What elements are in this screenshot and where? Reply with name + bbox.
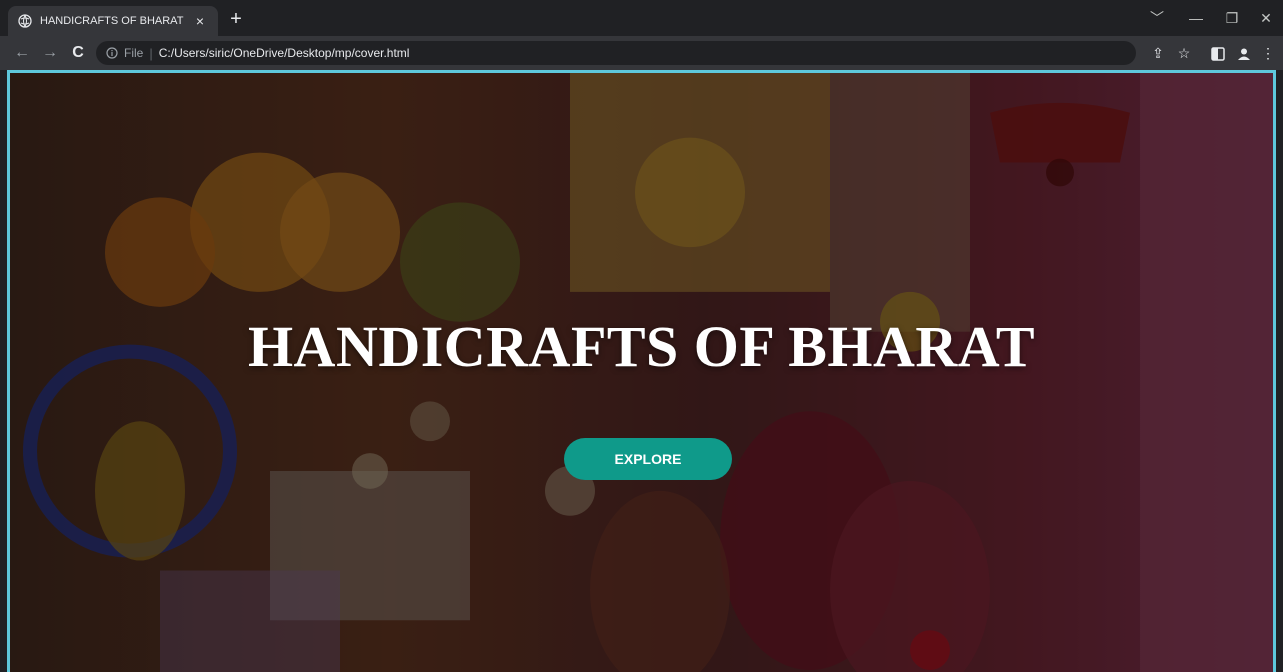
url-text[interactable]: C:/Users/siric/OneDrive/Desktop/mp/cover… [159,46,410,60]
address-bar[interactable]: File | C:/Users/siric/OneDrive/Desktop/m… [96,41,1136,65]
page-viewport: HANDICRAFTS OF BHARAT EXPLORE [7,70,1276,672]
kebab-menu-icon[interactable]: ⋮ [1256,41,1280,65]
restore-button[interactable]: ❐ [1216,6,1248,30]
tab-search-chevron-icon[interactable]: ﹀ [1141,6,1173,30]
tab-close-icon[interactable]: × [192,13,208,29]
hero-title: HANDICRAFTS OF BHARAT [247,314,1036,379]
browser-tab[interactable]: HANDICRAFTS OF BHARAT × [8,6,218,36]
globe-icon [18,14,32,28]
new-tab-button[interactable]: + [224,8,248,32]
tab-strip: HANDICRAFTS OF BHARAT × + ﹀ — ❐ ✕ [0,0,1283,36]
minimize-button[interactable]: — [1180,6,1212,30]
profile-icon[interactable] [1232,41,1256,65]
share-icon[interactable]: ⇪ [1146,41,1170,65]
back-arrow-icon[interactable]: ← [10,41,34,65]
browser-toolbar: ← → C File | C:/Users/siric/OneDrive/Des… [0,36,1283,70]
info-icon[interactable] [106,47,118,59]
tab-title: HANDICRAFTS OF BHARAT [40,15,184,27]
reload-icon[interactable]: C [66,41,90,65]
explore-button[interactable]: EXPLORE [564,438,732,480]
bookmark-star-icon[interactable]: ☆ [1172,41,1196,65]
close-window-button[interactable]: ✕ [1250,6,1282,30]
url-scheme: File [124,46,144,60]
url-separator: | [149,45,153,61]
forward-arrow-icon[interactable]: → [38,41,62,65]
side-panel-icon[interactable] [1206,41,1230,65]
